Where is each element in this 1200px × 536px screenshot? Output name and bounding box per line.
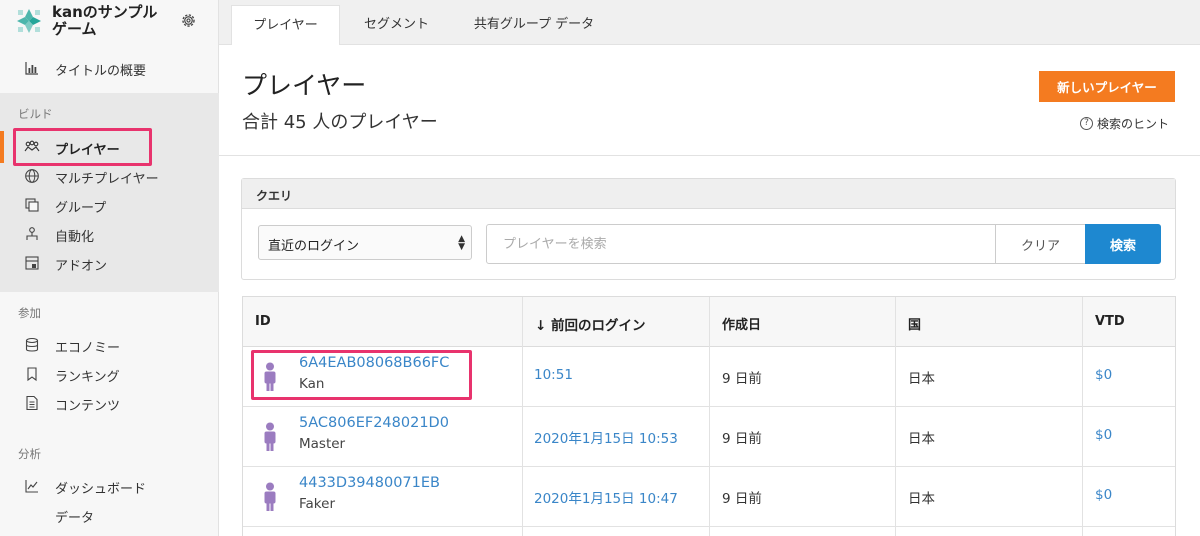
section-label-build: ビルド: [18, 107, 53, 121]
sidebar-item-label: マルチプレイヤー: [55, 172, 159, 187]
sidebar-item-label: アドオン: [55, 259, 108, 274]
tab-players[interactable]: プレイヤー: [231, 5, 340, 45]
tab-shared-group-data[interactable]: 共有グループ データ: [459, 5, 609, 45]
sidebar-item-ranking[interactable]: ランキング: [0, 360, 219, 388]
player-name: Faker: [299, 496, 335, 512]
player-id-link[interactable]: 5AC806EF248021D0: [299, 415, 449, 431]
sidebar-item-label: データ: [55, 511, 95, 526]
vtd-link[interactable]: $0: [1095, 487, 1112, 503]
sidebar-item-dashboard[interactable]: ダッシュボード: [0, 472, 219, 500]
player-avatar-icon: [264, 482, 276, 511]
bookmark-icon: [27, 367, 37, 382]
query-panel-title: クエリ: [256, 189, 293, 203]
page-title: プレイヤー: [242, 71, 367, 100]
new-player-button[interactable]: 新しいプレイヤー: [1039, 71, 1175, 102]
tab-segments[interactable]: セグメント: [343, 5, 450, 45]
sidebar-item-addons[interactable]: アドオン: [0, 249, 219, 277]
column-header-vtd[interactable]: VTD: [1095, 314, 1125, 329]
sort-select[interactable]: 直近のログイン ▲ ▼: [258, 225, 472, 260]
country: 日本: [908, 431, 935, 447]
player-search-input[interactable]: [487, 225, 995, 263]
select-arrows-icon: ▲ ▼: [458, 234, 465, 252]
sidebar-item-label: グループ: [55, 201, 107, 216]
last-login-link[interactable]: 2020年1月15日 10:47: [534, 487, 678, 507]
bar-chart-icon: [25, 62, 38, 75]
created-date: 9 日前: [722, 431, 762, 447]
game-title[interactable]: kanのサンプルゲーム: [52, 4, 170, 38]
header-divider: [219, 155, 1200, 156]
gear-icon[interactable]: [180, 12, 197, 29]
game-logo-icon: [17, 9, 41, 33]
document-icon: [26, 395, 38, 411]
sidebar-item-label: タイトルの概要: [55, 64, 147, 79]
sidebar-item-multiplayer[interactable]: マルチプレイヤー: [0, 162, 219, 190]
country: 日本: [908, 491, 935, 507]
sidebar-item-label: エコノミー: [55, 341, 121, 356]
sidebar-item-label: コンテンツ: [55, 399, 121, 414]
sidebar-item-overview[interactable]: タイトルの概要: [0, 54, 219, 82]
query-panel-header: クエリ: [242, 179, 1175, 209]
sidebar-item-content[interactable]: コンテンツ: [0, 389, 219, 417]
column-header-id[interactable]: ID: [255, 314, 271, 329]
sidebar-item-data[interactable]: データ: [0, 501, 219, 529]
section-label-engage: 参加: [18, 306, 41, 320]
section-label-analytics: 分析: [18, 447, 41, 461]
sidebar-item-automation[interactable]: 自動化: [0, 220, 219, 248]
player-avatar-icon: [264, 422, 276, 451]
vtd-link[interactable]: $0: [1095, 427, 1112, 443]
player-count: 合計 45 人のプレイヤー: [242, 112, 438, 133]
country: 日本: [908, 371, 935, 387]
last-login-link[interactable]: 2020年1月15日 10:53: [534, 427, 678, 447]
player-id-link[interactable]: 4433D39480071EB: [299, 475, 440, 491]
highlight-first-player: [251, 350, 472, 400]
players-table: ID ↓ 前回のログイン 作成日 国 VTD 6A4EAB08068B66FC …: [242, 296, 1176, 536]
sidebar-item-label: ダッシュボード: [55, 482, 147, 497]
highlight-players-nav: [13, 128, 152, 166]
group-icon: [25, 198, 39, 212]
tab-bar: プレイヤー セグメント 共有グループ データ: [219, 0, 1200, 45]
automation-icon: [26, 227, 38, 240]
created-date: 9 日前: [722, 371, 762, 387]
sidebar-item-label: 自動化: [55, 230, 95, 245]
column-header-created[interactable]: 作成日: [722, 314, 761, 333]
sidebar: kanのサンプルゲーム タイトルの概要 ビルド プレイヤー マルチプレイヤー グ…: [0, 0, 219, 536]
search-group: クリア 検索: [486, 224, 1161, 264]
table-row[interactable]: 5AC806EF248021D0 Master 2020年1月15日 10:53…: [243, 407, 1175, 467]
created-date: 9 日前: [722, 491, 762, 507]
last-login-link[interactable]: 10:51: [534, 367, 573, 383]
globe-icon: [25, 169, 39, 183]
column-header-last-login[interactable]: ↓ 前回のログイン: [535, 314, 646, 334]
question-circle-icon: ?: [1080, 117, 1093, 130]
table-row[interactable]: 4433D39480071EB Faker 2020年1月15日 10:47 9…: [243, 467, 1175, 527]
column-header-country[interactable]: 国: [908, 314, 921, 333]
database-icon: [25, 337, 39, 352]
search-hint-label: 検索のヒント: [1097, 117, 1170, 131]
query-panel: クエリ 直近のログイン ▲▼ クリア 検索: [241, 178, 1176, 280]
vtd-link[interactable]: $0: [1095, 367, 1112, 383]
sidebar-item-label: ランキング: [55, 370, 120, 385]
dashboard-icon: [25, 480, 38, 493]
sidebar-item-economy[interactable]: エコノミー: [0, 331, 219, 359]
search-button[interactable]: 検索: [1085, 224, 1161, 264]
sidebar-item-groups[interactable]: グループ: [0, 191, 219, 219]
clear-button[interactable]: クリア: [995, 225, 1085, 263]
search-hint-link[interactable]: ? 検索のヒント: [1080, 115, 1169, 132]
player-name: Master: [299, 436, 346, 452]
addon-icon: [25, 256, 39, 270]
sort-select-value: 直近のログイン: [268, 239, 360, 254]
brand-header: kanのサンプルゲーム: [0, 0, 219, 44]
